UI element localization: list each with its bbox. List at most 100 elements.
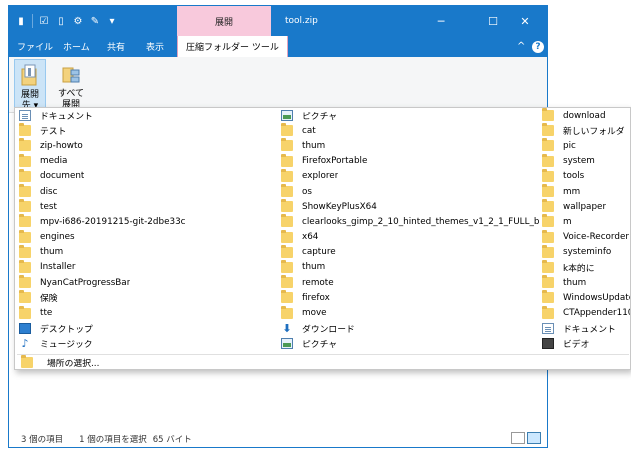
destination-item[interactable]: 新しいフォルダ bbox=[538, 123, 630, 138]
destination-item[interactable]: firefox bbox=[277, 290, 539, 305]
destination-item-label: k本的に bbox=[563, 263, 595, 274]
folder-icon bbox=[19, 168, 31, 182]
choose-location-item[interactable]: 場所の選択... bbox=[15, 355, 99, 370]
destination-item[interactable]: x64 bbox=[277, 229, 539, 245]
destination-item-label: x64 bbox=[302, 232, 319, 243]
help-button[interactable]: ? bbox=[532, 36, 544, 57]
destination-item[interactable]: systeminfo bbox=[538, 244, 630, 260]
destination-item[interactable]: ピクチャ bbox=[277, 336, 539, 351]
extract-all-icon bbox=[61, 62, 81, 86]
destination-item[interactable]: download bbox=[538, 108, 630, 123]
extract-to-icon bbox=[20, 63, 40, 87]
folder-icon bbox=[542, 214, 554, 228]
folder-icon bbox=[19, 229, 31, 243]
destination-item[interactable]: thum bbox=[538, 275, 630, 290]
chevron-up-icon[interactable]: ^ bbox=[517, 36, 525, 57]
rename-icon[interactable]: ✎ bbox=[89, 15, 101, 28]
destination-item[interactable]: mm bbox=[538, 184, 630, 199]
download-icon: ⬇ bbox=[282, 321, 292, 335]
destination-item[interactable]: ドキュメント bbox=[538, 321, 630, 336]
tab-share[interactable]: 共有 bbox=[107, 36, 125, 57]
destination-item-label: document bbox=[40, 171, 85, 182]
destination-item[interactable]: move bbox=[277, 305, 539, 320]
destination-item-label: m bbox=[563, 216, 572, 227]
destination-item-label: ビデオ bbox=[563, 339, 590, 350]
choose-location-label: 場所の選択... bbox=[47, 359, 100, 369]
destination-item[interactable]: デスクトップ bbox=[15, 321, 277, 336]
destination-item[interactable]: wallpaper bbox=[538, 199, 630, 214]
quick-access-toolbar: ▮ ☑ ▯ ⚙ ✎ ▾ bbox=[15, 14, 118, 28]
destination-item[interactable]: ピクチャ bbox=[277, 108, 539, 123]
details-view-icon[interactable] bbox=[511, 432, 525, 444]
destination-item[interactable]: mpv-i686-20191215-git-2dbe33c bbox=[15, 214, 277, 229]
large-icons-view-icon[interactable] bbox=[527, 432, 541, 444]
tab-home[interactable]: ホーム bbox=[63, 36, 90, 57]
destination-item-label: pic bbox=[563, 140, 576, 151]
destination-item[interactable]: capture bbox=[277, 244, 539, 260]
destination-item[interactable]: FirefoxPortable bbox=[277, 153, 539, 169]
destination-item[interactable]: thum bbox=[15, 244, 277, 260]
destination-item[interactable]: clearlooks_gimp_2_10_hinted_themes_v1_2_… bbox=[277, 214, 539, 229]
destination-item[interactable]: ♪ ミュージック bbox=[15, 336, 277, 351]
destination-item[interactable]: media bbox=[15, 153, 277, 169]
tab-compressed-folder-tools[interactable]: 圧縮フォルダー ツール bbox=[177, 36, 288, 57]
destination-item[interactable]: document bbox=[15, 168, 277, 184]
destination-item[interactable]: 保険 bbox=[15, 290, 277, 305]
destination-item[interactable]: WindowsUpdate bbox=[538, 290, 630, 305]
destination-item[interactable]: zip-howto bbox=[15, 138, 277, 153]
folder-icon bbox=[19, 214, 31, 228]
destination-item-label: ダウンロード bbox=[302, 324, 355, 335]
status-size: 65 バイト bbox=[152, 434, 192, 445]
minimize-button[interactable]: ─ bbox=[419, 6, 463, 36]
ribbon: 展開 先 ▾ すべて 展開 bbox=[9, 57, 547, 113]
extract-all-button[interactable]: すべて 展開 bbox=[55, 59, 87, 111]
destination-item[interactable]: explorer bbox=[277, 168, 539, 184]
window-title: tool.zip bbox=[285, 16, 318, 26]
tab-view[interactable]: 表示 bbox=[146, 36, 164, 57]
destination-item-label: FirefoxPortable bbox=[302, 156, 368, 167]
destination-item[interactable]: CTAppender110 bbox=[538, 305, 630, 320]
destination-item-label: capture bbox=[302, 247, 336, 258]
destination-item[interactable]: os bbox=[277, 184, 539, 199]
destination-item[interactable]: ドキュメント bbox=[15, 108, 277, 123]
destination-item-label: os bbox=[302, 186, 312, 197]
destination-item[interactable]: system bbox=[538, 153, 630, 169]
destination-item[interactable]: m bbox=[538, 214, 630, 229]
close-button[interactable]: ✕ bbox=[503, 6, 547, 36]
destination-item-label: ミュージック bbox=[40, 339, 93, 350]
settings-icon[interactable]: ⚙ bbox=[72, 15, 84, 28]
destination-item[interactable]: test bbox=[15, 199, 277, 214]
destination-item[interactable]: ⬇ ダウンロード bbox=[277, 321, 539, 336]
destination-item[interactable]: cat bbox=[277, 123, 539, 138]
zip-folder-icon[interactable]: ▮ bbox=[15, 15, 27, 28]
destination-item[interactable]: tools bbox=[538, 168, 630, 184]
destination-item[interactable]: tte bbox=[15, 305, 277, 320]
folder-icon bbox=[19, 123, 31, 137]
tab-file[interactable]: ファイル bbox=[17, 36, 54, 57]
destination-item[interactable]: thum bbox=[277, 259, 539, 275]
destination-item[interactable]: k本的に bbox=[538, 259, 630, 275]
destination-item-label: media bbox=[40, 156, 68, 167]
destination-item[interactable]: NyanCatProgressBar bbox=[15, 275, 277, 290]
destination-column: ピクチャ cat thum FirefoxPortable explorer os Show… bbox=[277, 108, 539, 351]
destination-item[interactable]: テスト bbox=[15, 123, 277, 138]
title-bar: ▮ ☑ ▯ ⚙ ✎ ▾ 展開 tool.zip ─ ☐ ✕ bbox=[9, 6, 547, 36]
destination-item[interactable]: engines bbox=[15, 229, 277, 245]
destination-item[interactable]: remote bbox=[277, 275, 539, 290]
extract-to-button[interactable]: 展開 先 ▾ bbox=[14, 59, 46, 111]
destination-item[interactable]: Voice-Recorder bbox=[538, 229, 630, 245]
destination-item[interactable]: pic bbox=[538, 138, 630, 153]
properties-icon[interactable]: ☑ bbox=[38, 15, 50, 28]
destination-item-label: テスト bbox=[40, 127, 67, 138]
destination-item[interactable]: ShowKeyPlusX64 bbox=[277, 199, 539, 214]
destination-column: ドキュメントテスト zip-howto media document disc test m… bbox=[15, 108, 277, 351]
new-file-icon[interactable]: ▯ bbox=[55, 15, 67, 28]
destination-item[interactable]: thum bbox=[277, 138, 539, 153]
qat-dropdown-icon[interactable]: ▾ bbox=[106, 15, 118, 28]
destination-item[interactable]: disc bbox=[15, 184, 277, 199]
folder-icon bbox=[21, 355, 33, 368]
destination-item[interactable]: Installer bbox=[15, 259, 277, 275]
destination-item[interactable]: ビデオ bbox=[538, 336, 630, 351]
folder-icon bbox=[542, 123, 554, 137]
destination-item-label: disc bbox=[40, 186, 58, 197]
